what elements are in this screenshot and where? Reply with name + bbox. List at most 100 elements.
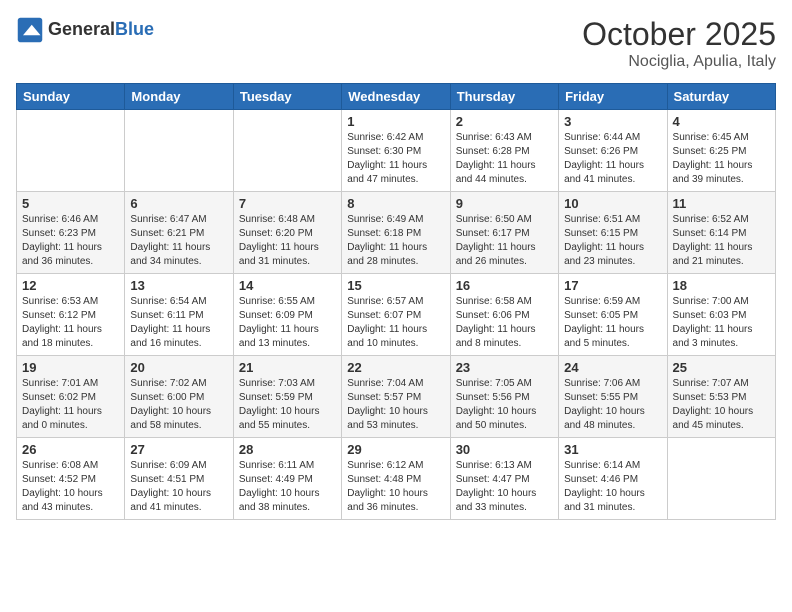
day-info: Sunrise: 6:54 AM Sunset: 6:11 PM Dayligh… xyxy=(130,295,227,351)
day-number: 19 xyxy=(22,360,119,375)
page-header: GeneralBlue October 2025 Nociglia, Apuli… xyxy=(16,16,776,71)
logo-icon xyxy=(16,16,44,44)
day-cell xyxy=(125,110,233,192)
day-cell: 11 Sunrise: 6:52 AM Sunset: 6:14 PM Dayli… xyxy=(667,192,775,274)
day-cell: 18 Sunrise: 7:00 AM Sunset: 6:03 PM Dayli… xyxy=(667,274,775,356)
day-number: 31 xyxy=(564,442,661,457)
day-info: Sunrise: 6:43 AM Sunset: 6:28 PM Dayligh… xyxy=(456,131,553,187)
day-info: Sunrise: 6:55 AM Sunset: 6:09 PM Dayligh… xyxy=(239,295,336,351)
day-info: Sunrise: 6:12 AM Sunset: 4:48 PM Dayligh… xyxy=(347,459,444,515)
day-number: 16 xyxy=(456,278,553,293)
weekday-header-saturday: Saturday xyxy=(667,84,775,110)
day-cell: 26 Sunrise: 6:08 AM Sunset: 4:52 PM Dayli… xyxy=(17,438,125,520)
day-number: 6 xyxy=(130,196,227,211)
day-cell: 27Sunrise: 6:09 AM Sunset: 4:51 PM Dayli… xyxy=(125,438,233,520)
day-number: 20 xyxy=(130,360,227,375)
weekday-header-monday: Monday xyxy=(125,84,233,110)
weekday-header-thursday: Thursday xyxy=(450,84,558,110)
day-number: 29 xyxy=(347,442,444,457)
day-number: 1 xyxy=(347,114,444,129)
day-number: 9 xyxy=(456,196,553,211)
day-number: 26 xyxy=(22,442,119,457)
week-row-1: 1 Sunrise: 6:42 AM Sunset: 6:30 PM Daylig… xyxy=(17,110,776,192)
day-number: 25 xyxy=(673,360,770,375)
logo-general: General xyxy=(48,19,115,39)
logo: GeneralBlue xyxy=(16,16,154,44)
weekday-header-wednesday: Wednesday xyxy=(342,84,450,110)
day-cell: 16 Sunrise: 6:58 AM Sunset: 6:06 PM Dayli… xyxy=(450,274,558,356)
day-cell: 14 Sunrise: 6:55 AM Sunset: 6:09 PM Dayli… xyxy=(233,274,341,356)
day-number: 3 xyxy=(564,114,661,129)
day-number: 30 xyxy=(456,442,553,457)
day-cell: 17 Sunrise: 6:59 AM Sunset: 6:05 PM Dayli… xyxy=(559,274,667,356)
week-row-4: 19 Sunrise: 7:01 AM Sunset: 6:02 PM Dayli… xyxy=(17,356,776,438)
day-cell: 21Sunrise: 7:03 AM Sunset: 5:59 PM Dayli… xyxy=(233,356,341,438)
day-info: Sunrise: 6:52 AM Sunset: 6:14 PM Dayligh… xyxy=(673,213,770,269)
day-info: Sunrise: 6:59 AM Sunset: 6:05 PM Dayligh… xyxy=(564,295,661,351)
day-info: Sunrise: 7:00 AM Sunset: 6:03 PM Dayligh… xyxy=(673,295,770,351)
day-number: 4 xyxy=(673,114,770,129)
day-number: 5 xyxy=(22,196,119,211)
day-number: 14 xyxy=(239,278,336,293)
day-cell: 15 Sunrise: 6:57 AM Sunset: 6:07 PM Dayli… xyxy=(342,274,450,356)
day-number: 11 xyxy=(673,196,770,211)
day-info: Sunrise: 6:44 AM Sunset: 6:26 PM Dayligh… xyxy=(564,131,661,187)
day-cell: 20Sunrise: 7:02 AM Sunset: 6:00 PM Dayli… xyxy=(125,356,233,438)
day-info: Sunrise: 6:53 AM Sunset: 6:12 PM Dayligh… xyxy=(22,295,119,351)
month-title: October 2025 xyxy=(582,16,776,53)
day-info: Sunrise: 7:07 AM Sunset: 5:53 PM Dayligh… xyxy=(673,377,770,433)
day-info: Sunrise: 6:14 AM Sunset: 4:46 PM Dayligh… xyxy=(564,459,661,515)
day-number: 27 xyxy=(130,442,227,457)
day-number: 12 xyxy=(22,278,119,293)
day-info: Sunrise: 6:42 AM Sunset: 6:30 PM Dayligh… xyxy=(347,131,444,187)
location-title: Nociglia, Apulia, Italy xyxy=(582,53,776,71)
logo-blue-text: Blue xyxy=(115,19,154,39)
day-cell: 2 Sunrise: 6:43 AM Sunset: 6:28 PM Daylig… xyxy=(450,110,558,192)
day-number: 10 xyxy=(564,196,661,211)
day-cell: 7Sunrise: 6:48 AM Sunset: 6:20 PM Daylig… xyxy=(233,192,341,274)
day-number: 24 xyxy=(564,360,661,375)
day-number: 28 xyxy=(239,442,336,457)
day-info: Sunrise: 6:47 AM Sunset: 6:21 PM Dayligh… xyxy=(130,213,227,269)
day-info: Sunrise: 6:49 AM Sunset: 6:18 PM Dayligh… xyxy=(347,213,444,269)
day-info: Sunrise: 6:11 AM Sunset: 4:49 PM Dayligh… xyxy=(239,459,336,515)
day-cell: 22Sunrise: 7:04 AM Sunset: 5:57 PM Dayli… xyxy=(342,356,450,438)
day-cell xyxy=(667,438,775,520)
day-info: Sunrise: 7:03 AM Sunset: 5:59 PM Dayligh… xyxy=(239,377,336,433)
day-info: Sunrise: 6:13 AM Sunset: 4:47 PM Dayligh… xyxy=(456,459,553,515)
day-info: Sunrise: 7:05 AM Sunset: 5:56 PM Dayligh… xyxy=(456,377,553,433)
day-cell: 25 Sunrise: 7:07 AM Sunset: 5:53 PM Dayli… xyxy=(667,356,775,438)
day-number: 22 xyxy=(347,360,444,375)
day-number: 8 xyxy=(347,196,444,211)
title-block: October 2025 Nociglia, Apulia, Italy xyxy=(582,16,776,71)
day-cell: 19 Sunrise: 7:01 AM Sunset: 6:02 PM Dayli… xyxy=(17,356,125,438)
day-cell: 5 Sunrise: 6:46 AM Sunset: 6:23 PM Daylig… xyxy=(17,192,125,274)
day-cell xyxy=(233,110,341,192)
day-info: Sunrise: 6:48 AM Sunset: 6:20 PM Dayligh… xyxy=(239,213,336,269)
day-cell: 4Sunrise: 6:45 AM Sunset: 6:25 PM Daylig… xyxy=(667,110,775,192)
day-cell: 13 Sunrise: 6:54 AM Sunset: 6:11 PM Dayli… xyxy=(125,274,233,356)
weekday-header-row: SundayMondayTuesdayWednesdayThursdayFrid… xyxy=(17,84,776,110)
week-row-3: 12 Sunrise: 6:53 AM Sunset: 6:12 PM Dayli… xyxy=(17,274,776,356)
day-info: Sunrise: 6:57 AM Sunset: 6:07 PM Dayligh… xyxy=(347,295,444,351)
day-info: Sunrise: 6:46 AM Sunset: 6:23 PM Dayligh… xyxy=(22,213,119,269)
day-cell: 23Sunrise: 7:05 AM Sunset: 5:56 PM Dayli… xyxy=(450,356,558,438)
day-cell: 6 Sunrise: 6:47 AM Sunset: 6:21 PM Daylig… xyxy=(125,192,233,274)
day-info: Sunrise: 6:08 AM Sunset: 4:52 PM Dayligh… xyxy=(22,459,119,515)
day-number: 2 xyxy=(456,114,553,129)
day-cell: 31 Sunrise: 6:14 AM Sunset: 4:46 PM Dayli… xyxy=(559,438,667,520)
day-cell: 10 Sunrise: 6:51 AM Sunset: 6:15 PM Dayli… xyxy=(559,192,667,274)
calendar-table: SundayMondayTuesdayWednesdayThursdayFrid… xyxy=(16,83,776,520)
day-info: Sunrise: 6:51 AM Sunset: 6:15 PM Dayligh… xyxy=(564,213,661,269)
day-number: 13 xyxy=(130,278,227,293)
day-info: Sunrise: 6:58 AM Sunset: 6:06 PM Dayligh… xyxy=(456,295,553,351)
day-cell: 9Sunrise: 6:50 AM Sunset: 6:17 PM Daylig… xyxy=(450,192,558,274)
day-number: 17 xyxy=(564,278,661,293)
week-row-2: 5 Sunrise: 6:46 AM Sunset: 6:23 PM Daylig… xyxy=(17,192,776,274)
day-cell: 3 Sunrise: 6:44 AM Sunset: 6:26 PM Daylig… xyxy=(559,110,667,192)
day-cell: 1 Sunrise: 6:42 AM Sunset: 6:30 PM Daylig… xyxy=(342,110,450,192)
day-cell xyxy=(17,110,125,192)
day-number: 18 xyxy=(673,278,770,293)
day-number: 15 xyxy=(347,278,444,293)
day-info: Sunrise: 7:01 AM Sunset: 6:02 PM Dayligh… xyxy=(22,377,119,433)
